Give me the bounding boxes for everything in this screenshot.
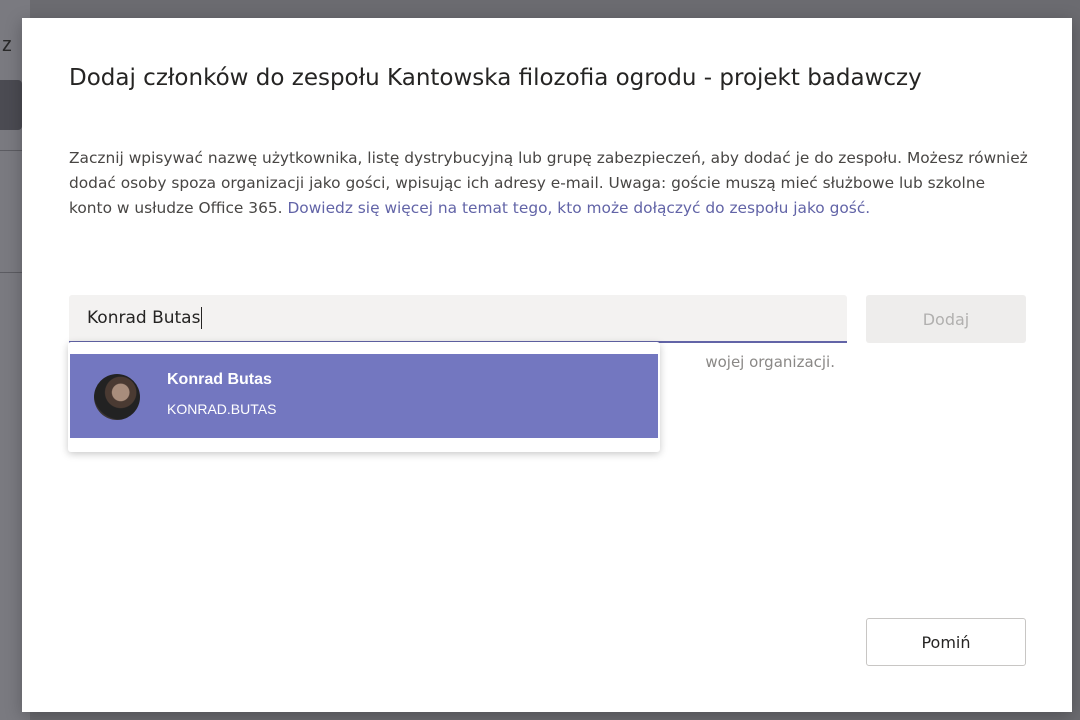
search-value: Konrad Butas <box>87 308 201 328</box>
background-block <box>0 80 22 130</box>
member-search-input[interactable]: Konrad Butas <box>69 295 847 343</box>
suggestion-name: Konrad Butas <box>167 371 272 388</box>
add-members-dialog: Dodaj członków do zespołu Kantowska filo… <box>22 18 1072 712</box>
skip-button[interactable]: Pomiń <box>866 618 1026 666</box>
suggestion-dropdown: Konrad Butas KONRAD.BUTAS <box>68 342 660 452</box>
suggestion-id: KONRAD.BUTAS <box>167 401 277 417</box>
learn-more-link[interactable]: Dowiedz się więcej na temat tego, kto mo… <box>287 199 870 217</box>
background-divider <box>0 150 22 151</box>
background-divider <box>0 272 22 273</box>
avatar <box>94 374 140 420</box>
suggestion-item[interactable]: Konrad Butas KONRAD.BUTAS <box>70 354 658 438</box>
text-caret <box>201 307 203 329</box>
background-letter: z <box>2 34 12 56</box>
add-button[interactable]: Dodaj <box>866 295 1026 343</box>
dialog-title: Dodaj członków do zespołu Kantowska filo… <box>69 65 922 91</box>
dialog-description: Zacznij wpisywać nazwę użytkownika, list… <box>69 146 1029 221</box>
